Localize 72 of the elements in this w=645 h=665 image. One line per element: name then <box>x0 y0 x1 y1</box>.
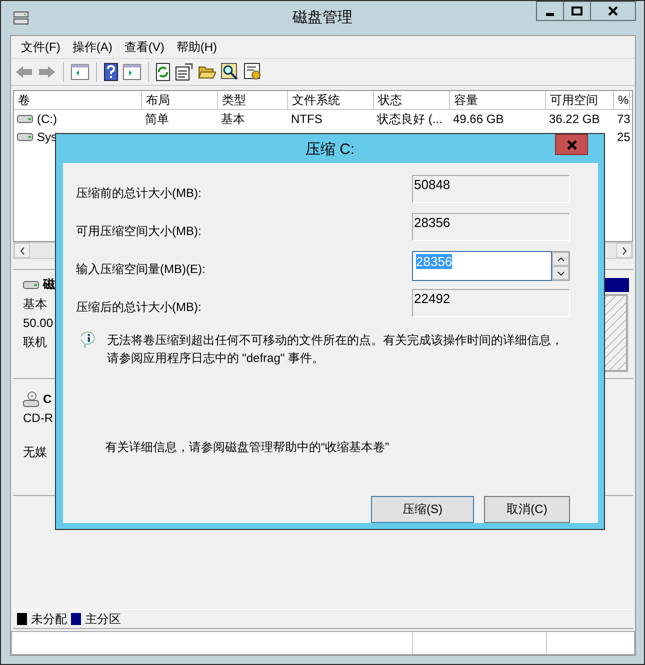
maximize-icon <box>571 6 583 16</box>
menu-item[interactable]: 帮助(H) <box>170 38 223 56</box>
chevron-right-icon <box>622 246 626 254</box>
column-header[interactable]: 类型 <box>218 91 288 109</box>
disk-info: 50.00 <box>23 315 54 331</box>
spin-up-button[interactable] <box>552 252 569 266</box>
menu-item[interactable]: 操作(A) <box>66 38 118 56</box>
dialog-button[interactable]: 取消(C) <box>484 496 570 523</box>
panel-icon[interactable] <box>123 64 141 80</box>
table-cell-text: 36.22 GB <box>549 111 600 128</box>
legend-label: 未分配 <box>31 610 67 628</box>
column-header[interactable]: % <box>614 91 630 109</box>
settings-icon[interactable] <box>244 63 262 81</box>
readonly-field: 22492 <box>412 289 570 317</box>
field-label: 压缩前的总计大小(MB): <box>76 185 202 202</box>
properties-icon[interactable] <box>175 63 193 81</box>
disk-info: 无媒 <box>23 444 47 460</box>
dialog-title: 压缩 C: <box>305 140 355 159</box>
table-cell-text: 25 <box>617 129 630 146</box>
cd-drive-icon <box>23 391 39 407</box>
close-button[interactable] <box>590 1 636 21</box>
spin-down-button[interactable] <box>552 266 569 280</box>
help-text: 有关详细信息，请参阅磁盘管理帮助中的“收缩基本卷” <box>104 439 390 456</box>
table-cell-text: 49.66 GB <box>453 111 504 128</box>
info-text: 无法将卷压缩到超出任何不可移动的文件所在的点。有关完成该操作时间的详细信息，请参阅应用程序日志中的 "defrag" 事件。 <box>106 332 564 367</box>
column-header[interactable]: 卷 <box>14 91 142 109</box>
drive-icon <box>17 132 33 142</box>
maximize-button[interactable] <box>563 1 591 21</box>
panel-icon[interactable] <box>71 64 89 80</box>
disk-name: 磁 <box>43 276 55 293</box>
disk-info: 基本 <box>23 296 47 312</box>
drive-icon <box>23 280 39 290</box>
readonly-field: 50848 <box>412 175 570 203</box>
refresh-icon[interactable] <box>156 63 170 81</box>
disk-info: 联机 <box>23 334 47 350</box>
dialog-button[interactable]: 压缩(S) <box>371 496 474 523</box>
column-header[interactable]: 布局 <box>142 91 218 109</box>
column-header[interactable]: 状态 <box>374 91 450 109</box>
info-icon <box>81 331 97 349</box>
table-cell-text: (C:) <box>37 111 57 128</box>
minimize-icon <box>546 12 554 16</box>
close-icon <box>566 140 576 150</box>
table-cell-text: NTFS <box>291 111 322 128</box>
field-label: 输入压缩空间量(MB)(E): <box>76 261 206 278</box>
disk-name: C <box>43 392 52 406</box>
legend-label: 主分区 <box>85 610 121 628</box>
column-header[interactable]: 容量 <box>450 91 546 109</box>
window-title: 磁盘管理 <box>292 8 352 27</box>
caret-up-icon <box>556 256 564 262</box>
column-header[interactable]: 文件系统 <box>288 91 374 109</box>
scroll-right-button[interactable] <box>616 243 632 258</box>
app-icon <box>13 11 29 25</box>
scroll-left-button[interactable] <box>14 243 30 258</box>
table-cell-text: 简单 <box>145 111 169 128</box>
menu-item[interactable]: 查看(V) <box>118 38 170 56</box>
chevron-left-icon <box>20 246 24 254</box>
field-label: 压缩后的总计大小(MB): <box>76 299 202 316</box>
readonly-field: 28356 <box>412 213 570 241</box>
disk-info: CD-R <box>23 410 53 426</box>
table-cell-text: 状态良好 (... <box>377 111 442 128</box>
caret-down-icon <box>556 270 564 276</box>
help-icon[interactable] <box>104 63 118 81</box>
field-label: 可用压缩空间大小(MB): <box>76 223 202 240</box>
folder-icon[interactable] <box>198 64 216 80</box>
drive-icon <box>17 114 33 124</box>
column-header[interactable]: 可用空间 <box>546 91 614 109</box>
close-icon <box>608 6 618 16</box>
table-cell-text: 73 <box>617 111 630 128</box>
search-icon[interactable] <box>221 63 239 81</box>
minimize-button[interactable] <box>536 1 564 21</box>
table-cell-text: 基本 <box>221 111 245 128</box>
menu-item[interactable]: 文件(F) <box>15 38 66 56</box>
